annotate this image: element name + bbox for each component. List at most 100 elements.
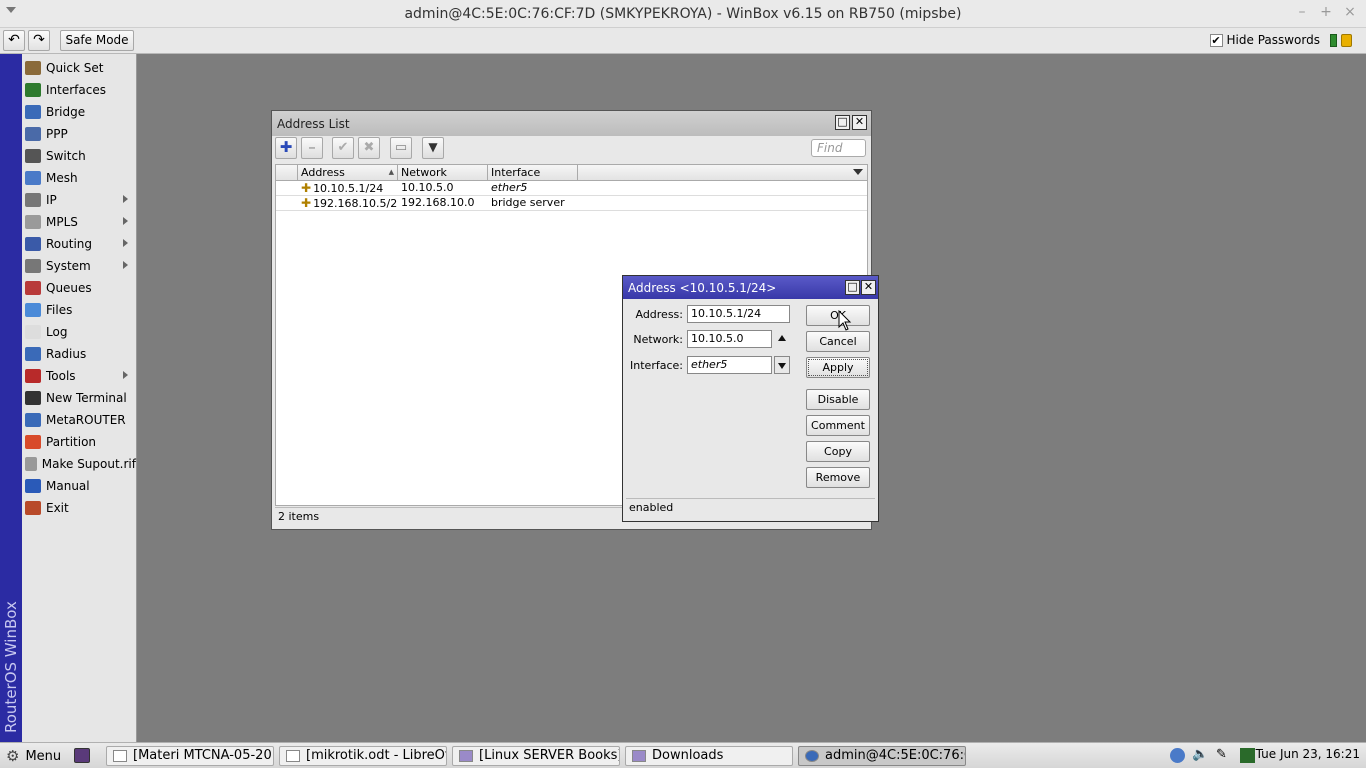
safe-mode-button[interactable]: Safe Mode [60,30,134,51]
title-bar: admin@4C:5E:0C:76:CF:7D (SMKYPEKROYA) - … [0,0,1366,28]
network-icon[interactable] [1240,748,1255,763]
undo-icon[interactable]: ↶ [3,30,25,51]
apply-button[interactable]: Apply [806,357,870,378]
dynamic-flag-icon: ✚ [301,196,312,210]
submenu-arrow-icon [123,371,128,379]
address-dialog-titlebar[interactable]: Address <10.10.5.1/24> □ ✕ [623,276,878,299]
add-icon[interactable]: ✚ [275,137,297,159]
row-network: 10.10.5.0 [401,181,454,194]
files-icon [25,303,41,317]
close-button[interactable]: × [1342,4,1358,20]
brand-text: RouterOS WinBox [2,601,20,733]
cancel-button[interactable]: Cancel [806,331,870,352]
find-input[interactable]: Find [811,139,866,157]
sidebar-item-label: Exit [46,501,69,515]
partition-icon [25,435,41,449]
maximize-window-button[interactable]: □ [835,115,850,130]
submenu-arrow-icon [123,195,128,203]
sidebar-item-quick-set[interactable]: Quick Set [22,57,136,79]
sidebar-item-log[interactable]: Log [22,321,136,343]
flag-column-header[interactable] [276,165,298,181]
filter-icon[interactable]: ▼ [422,137,444,159]
sidebar-item-label: Radius [46,347,87,361]
queues-icon [25,281,41,295]
radius-icon [25,347,41,361]
sidebar-item-make-supout-rif[interactable]: Make Supout.rif [22,453,136,475]
connection-status-icon [1330,33,1337,47]
interface-dropdown-button[interactable] [774,356,790,374]
sidebar-item-tools[interactable]: Tools [22,365,136,387]
copy-button[interactable]: Copy [806,441,870,462]
remove-icon[interactable]: – [301,137,323,159]
sidebar-item-mpls[interactable]: MPLS [22,211,136,233]
close-window-button[interactable]: ✕ [852,115,867,130]
sidebar-item-new-terminal[interactable]: New Terminal [22,387,136,409]
sidebar-item-manual[interactable]: Manual [22,475,136,497]
update-icon[interactable] [1170,748,1185,763]
interface-select[interactable]: ether5 [687,356,772,374]
sidebar-item-partition[interactable]: Partition [22,431,136,453]
sidebar-item-label: Make Supout.rif [41,457,136,471]
table-row[interactable]: ✚ 192.168.10.5/29 192.168.10.0 bridge ser… [276,196,867,211]
network-label: Network: [633,333,683,346]
task-materi[interactable]: [Materi MTCNA-05-20... [106,746,274,766]
comment-icon[interactable]: ▭ [390,137,412,159]
terminal-launcher-icon[interactable] [74,748,90,763]
enable-icon[interactable]: ✔ [332,137,354,159]
mpls-icon [25,215,41,229]
sidebar-item-label: Partition [46,435,97,449]
comment-button[interactable]: Comment [806,415,870,436]
sidebar-item-system[interactable]: System [22,255,136,277]
row-address: 10.10.5.1/24 [313,182,384,195]
volume-icon[interactable]: 🔈 [1192,748,1208,763]
sidebar-item-bridge[interactable]: Bridge [22,101,136,123]
task-downloads[interactable]: Downloads [625,746,793,766]
task-linux-server-books[interactable]: [Linux SERVER Books] [452,746,620,766]
window-title: admin@4C:5E:0C:76:CF:7D (SMKYPEKROYA) - … [404,6,962,22]
address-field[interactable]: 10.10.5.1/24 [687,305,790,323]
ip-icon [25,193,41,207]
sidebar-item-interfaces[interactable]: Interfaces [22,79,136,101]
mouse-cursor-icon [838,310,852,331]
hide-passwords-checkbox[interactable]: ✔ [1209,33,1223,47]
sidebar: Quick Set Interfaces Bridge PPP Switch Mesh IP… [22,54,137,742]
column-header-address[interactable]: Address ▲ [298,165,398,181]
sidebar-item-radius[interactable]: Radius [22,343,136,365]
sidebar-item-routing[interactable]: Routing [22,233,136,255]
table-row[interactable]: ✚ 10.10.5.1/24 10.10.5.0 ether5 [276,181,867,196]
task-winbox[interactable]: admin@4C:5E:0C:76:C... [798,746,966,766]
disable-icon[interactable]: ✖ [358,137,380,159]
mesh-icon [25,171,41,185]
sidebar-item-label: System [46,259,91,273]
start-menu-button[interactable]: ⚙ Menu [6,747,61,765]
sidebar-item-switch[interactable]: Switch [22,145,136,167]
redo-icon[interactable]: ↷ [28,30,50,51]
address-dialog-title: Address <10.10.5.1/24> [628,281,777,295]
remove-button[interactable]: Remove [806,467,870,488]
address-list-titlebar[interactable]: Address List □ ✕ [272,111,871,136]
maximize-button[interactable]: + [1318,4,1334,20]
sidebar-item-ip[interactable]: IP [22,189,136,211]
collapse-network-icon[interactable] [778,335,786,341]
dialog-maximize-button[interactable]: □ [845,280,860,295]
folder-icon [632,750,646,762]
columns-dropdown-icon[interactable] [853,169,863,175]
column-header-network[interactable]: Network [398,165,488,181]
sidebar-item-metarouter[interactable]: MetaROUTER [22,409,136,431]
sidebar-item-mesh[interactable]: Mesh [22,167,136,189]
sidebar-item-ppp[interactable]: PPP [22,123,136,145]
network-field[interactable]: 10.10.5.0 [687,330,772,348]
sidebar-item-files[interactable]: Files [22,299,136,321]
column-header-interface[interactable]: Interface [488,165,578,181]
start-menu-label: Menu [25,748,62,764]
sidebar-item-exit[interactable]: Exit [22,497,136,519]
task-libreoffice[interactable]: [mikrotik.odt - LibreOf... [279,746,447,766]
pen-icon[interactable]: ✎ [1216,748,1231,763]
disable-button[interactable]: Disable [806,389,870,410]
sidebar-item-queues[interactable]: Queues [22,277,136,299]
clock[interactable]: Tue Jun 23, 16:21 [1256,747,1360,761]
dialog-close-button[interactable]: ✕ [861,280,876,295]
minimize-button[interactable]: – [1294,4,1310,20]
hide-passwords-toggle[interactable]: ✔ Hide Passwords [1209,33,1352,47]
writer-document-icon [286,750,300,762]
